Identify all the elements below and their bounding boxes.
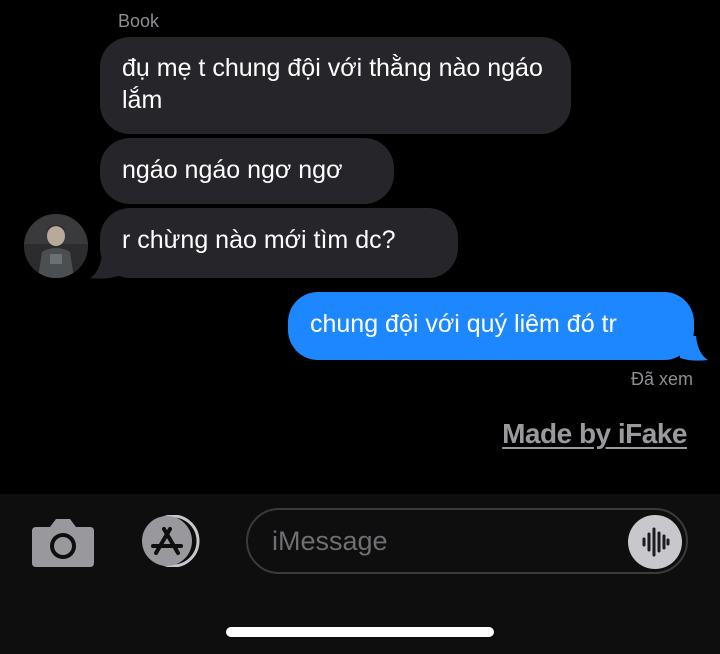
contact-avatar[interactable]	[24, 214, 88, 278]
home-indicator[interactable]	[226, 627, 494, 637]
message-input-placeholder: iMessage	[272, 526, 388, 556]
camera-icon[interactable]	[30, 517, 96, 569]
outgoing-bubble-tail	[680, 336, 708, 361]
incoming-bubble-tail	[90, 254, 118, 279]
incoming-message[interactable]: ngáo ngáo ngơ ngơ	[100, 138, 394, 204]
sender-name: Book	[118, 11, 160, 31]
avatar-photo	[24, 214, 88, 278]
read-receipt: Đã xem	[630, 369, 693, 389]
watermark-link[interactable]: Made by iFake	[502, 418, 687, 450]
incoming-message[interactable]: đụ mẹ t chung đội với thằng nào ngáo lắm	[100, 37, 571, 134]
audio-waveform-icon[interactable]	[628, 515, 682, 569]
outgoing-message[interactable]: chung đội với quý liêm đó tr	[288, 292, 694, 360]
incoming-message[interactable]: r chừng nào mới tìm dc?	[100, 208, 458, 278]
message-input[interactable]: iMessage	[246, 508, 688, 574]
app-store-icon[interactable]	[135, 515, 207, 567]
